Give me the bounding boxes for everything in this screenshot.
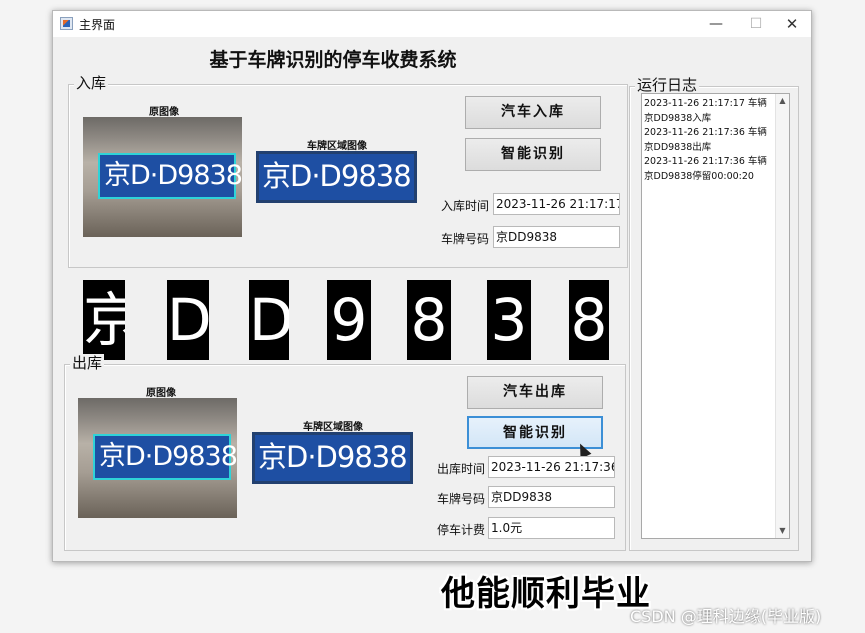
entry-time-label: 入库时间 <box>441 199 490 213</box>
entry-plate-field[interactable]: 京DD9838 <box>493 226 620 248</box>
exit-fee-label: 停车计费 <box>437 523 486 537</box>
entry-original-image: 京D·D9838 <box>83 117 242 237</box>
entry-plate-image-text: 京D·D9838 <box>104 160 242 191</box>
title-bar: 主界面 — ☐ ✕ <box>53 11 811 37</box>
entry-time-field[interactable]: 2023-11-26 21:17:17 <box>493 193 620 215</box>
log-scrollbar[interactable]: ▲ ▼ <box>775 94 789 538</box>
entry-detected-plate: 京D·D9838 <box>98 153 242 199</box>
entry-crop-plate-text: 京D·D9838 <box>262 159 412 193</box>
minimize-button[interactable]: — <box>699 13 733 35</box>
exit-original-image: 京D·D9838 <box>78 398 237 518</box>
char-segment-3: D <box>249 280 289 360</box>
maximize-button[interactable]: ☐ <box>739 13 773 35</box>
app-title: 基于车牌识别的停车收费系统 <box>209 49 457 71</box>
scroll-down-arrow-icon[interactable]: ▼ <box>776 524 789 538</box>
matlab-app-icon <box>60 17 73 30</box>
exit-plate-field[interactable]: 京DD9838 <box>488 486 615 508</box>
exit-original-caption: 原图像 <box>146 388 176 399</box>
log-listbox[interactable]: 2023-11-26 21:17:17 车辆京DD9838入库 2023-11-… <box>641 93 790 539</box>
log-line: 2023-11-26 21:17:36 车辆京DD9838停留00:00:20 <box>644 156 767 182</box>
char-segment-2: D <box>167 280 209 360</box>
exit-crop-plate-text: 京D·D9838 <box>258 440 408 474</box>
exit-plate-crop-image: 京D·D9838 <box>252 432 413 484</box>
car-enter-button[interactable]: 汽车入库 <box>465 96 601 129</box>
window-title: 主界面 <box>79 18 116 32</box>
entry-crop-caption: 车牌区域图像 <box>307 141 367 152</box>
scroll-up-arrow-icon[interactable]: ▲ <box>776 94 789 108</box>
video-caption: 他能顺利毕业 <box>441 574 651 614</box>
entry-plate-label: 车牌号码 <box>441 232 490 246</box>
log-line: 2023-11-26 21:17:17 车辆京DD9838入库 <box>644 98 767 124</box>
watermark: CSDN @理科边缘(毕业版) <box>630 607 822 626</box>
log-panel-label: 运行日志 <box>635 76 700 94</box>
char-segment-1: 京 <box>83 280 125 360</box>
entry-panel-label: 入库 <box>74 74 109 92</box>
log-line: 2023-11-26 21:17:36 车辆京DD9838出库 <box>644 127 767 153</box>
car-exit-button[interactable]: 汽车出库 <box>467 376 603 409</box>
char-segment-4: 9 <box>327 280 371 360</box>
exit-plate-label: 车牌号码 <box>437 492 486 506</box>
exit-time-field[interactable]: 2023-11-26 21:17:36 <box>488 456 615 478</box>
entry-recognize-button[interactable]: 智能识别 <box>465 138 601 171</box>
char-segment-5: 8 <box>407 280 451 360</box>
exit-time-label: 出库时间 <box>437 462 486 476</box>
close-button[interactable]: ✕ <box>775 13 809 35</box>
exit-plate-image-text: 京D·D9838 <box>99 441 237 472</box>
exit-fee-field[interactable]: 1.0元 <box>488 517 615 539</box>
exit-crop-caption: 车牌区域图像 <box>303 422 363 433</box>
entry-plate-crop-image: 京D·D9838 <box>256 151 417 203</box>
entry-original-caption: 原图像 <box>149 107 179 118</box>
char-segment-6: 3 <box>487 280 531 360</box>
exit-detected-plate: 京D·D9838 <box>93 434 237 480</box>
char-segment-7: 8 <box>569 280 609 360</box>
exit-panel-label: 出库 <box>70 354 105 372</box>
log-text: 2023-11-26 21:17:17 车辆京DD9838入库 2023-11-… <box>644 97 775 184</box>
